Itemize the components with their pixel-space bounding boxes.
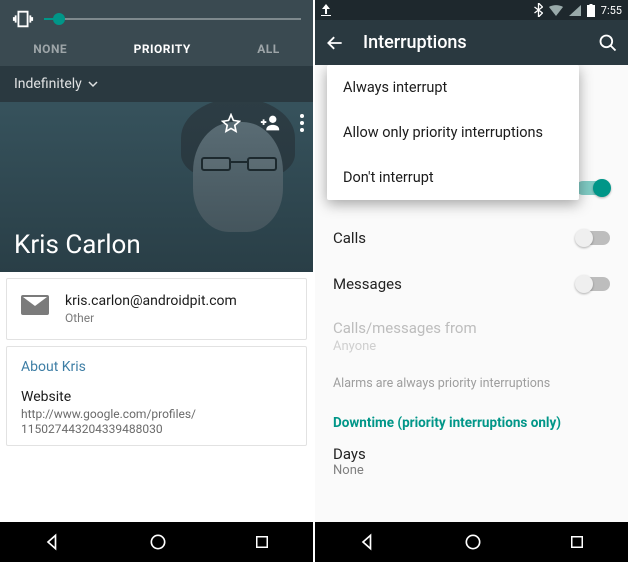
clock-time: 7:55 (601, 4, 622, 17)
nav-back-icon[interactable] (358, 532, 378, 552)
email-card: kris.carlon@androidpit.com Other (6, 278, 307, 340)
right-screen: 7:55 Interruptions Always interrupt Allo… (313, 0, 628, 562)
add-person-icon[interactable] (259, 112, 281, 134)
tab-priority[interactable]: PRIORITY (134, 42, 191, 56)
email-address: kris.carlon@androidpit.com (65, 293, 237, 309)
wifi-icon (549, 5, 563, 16)
calls-toggle[interactable] (576, 231, 610, 245)
website-label: Website (21, 389, 292, 405)
email-type-label: Other (65, 311, 237, 325)
chevron-down-icon (88, 79, 98, 89)
duration-label: Indefinitely (14, 76, 82, 92)
app-bar: Interruptions (315, 20, 628, 65)
from-value: Anyone (315, 339, 628, 368)
tab-all[interactable]: ALL (257, 42, 280, 56)
calls-row[interactable]: Calls (315, 215, 628, 261)
email-icon (21, 295, 49, 315)
upload-icon (321, 4, 331, 16)
about-card: About Kris Website http://www.google.com… (6, 346, 307, 446)
volume-slider[interactable] (44, 11, 301, 27)
days-row[interactable]: Days None (315, 441, 628, 488)
vibrate-icon (12, 8, 34, 30)
contact-hero: Kris Carlon (0, 102, 313, 272)
appbar-title: Interruptions (363, 32, 580, 53)
events-toggle[interactable] (576, 181, 610, 195)
left-screen: NONE PRIORITY ALL Indefinitely (0, 0, 313, 562)
nav-bar (0, 522, 313, 562)
nav-home-icon[interactable] (148, 532, 168, 552)
tab-none[interactable]: NONE (33, 42, 67, 56)
calls-label: Calls (333, 229, 366, 247)
nav-back-icon[interactable] (43, 532, 63, 552)
interruption-tabs: NONE PRIORITY ALL (0, 34, 313, 66)
downtime-heading: Downtime (priority interruptions only) (315, 407, 628, 441)
website-url[interactable]: http://www.google.com/profiles/ 11502744… (21, 407, 292, 437)
signal-icon (569, 5, 581, 16)
messages-toggle[interactable] (576, 277, 610, 291)
alarm-note: Alarms are always priority interruptions (315, 368, 628, 407)
settings-body: Always interrupt Allow only priority int… (315, 65, 628, 522)
days-label: Days (333, 445, 610, 463)
nav-recents-icon[interactable] (253, 533, 271, 551)
from-label: Calls/messages from (315, 307, 628, 339)
contact-name: Kris Carlon (14, 230, 141, 260)
interruption-mode-popup: Always interrupt Allow only priority int… (327, 65, 579, 200)
battery-icon (587, 4, 595, 17)
popup-priority-only[interactable]: Allow only priority interruptions (327, 110, 579, 155)
overflow-menu-icon[interactable] (299, 113, 305, 133)
nav-home-icon[interactable] (463, 532, 483, 552)
messages-row[interactable]: Messages (315, 261, 628, 307)
popup-dont-interrupt[interactable]: Don't interrupt (327, 155, 579, 200)
volume-panel: NONE PRIORITY ALL (0, 0, 313, 66)
duration-dropdown[interactable]: Indefinitely (0, 66, 313, 102)
back-arrow-icon[interactable] (325, 33, 345, 53)
nav-recents-icon[interactable] (568, 533, 586, 551)
nav-bar (315, 522, 628, 562)
email-row[interactable]: kris.carlon@androidpit.com Other (7, 279, 306, 339)
bluetooth-icon (534, 3, 543, 17)
messages-label: Messages (333, 275, 402, 293)
popup-always-interrupt[interactable]: Always interrupt (327, 65, 579, 110)
status-bar: 7:55 (315, 0, 628, 20)
days-value: None (333, 463, 610, 478)
about-heading: About Kris (21, 359, 292, 375)
star-icon[interactable] (221, 113, 241, 133)
search-icon[interactable] (598, 33, 618, 53)
